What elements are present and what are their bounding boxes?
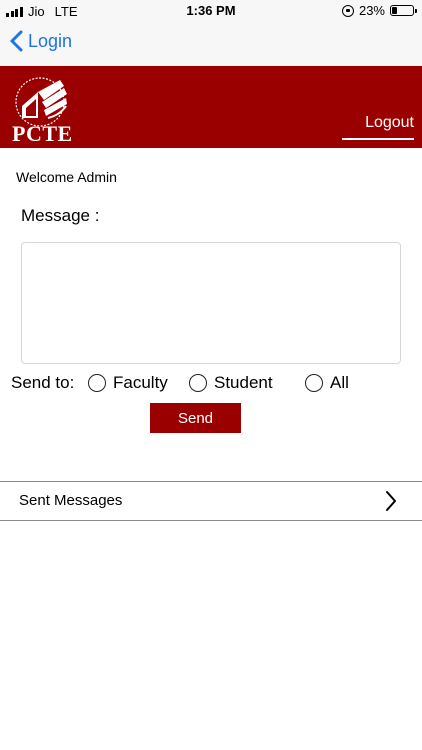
welcome-text: Welcome Admin xyxy=(16,169,117,185)
sent-messages-label: Sent Messages xyxy=(19,492,123,509)
radio-circle-icon[interactable] xyxy=(88,374,106,392)
battery-percent: 23% xyxy=(358,3,385,18)
rotation-lock-icon xyxy=(341,4,354,17)
message-label: Message : xyxy=(21,206,100,225)
radio-label: Faculty xyxy=(113,373,168,392)
radio-all[interactable]: All xyxy=(305,373,349,393)
logout-button[interactable]: Logout xyxy=(342,114,414,140)
sent-messages-row[interactable]: Sent Messages xyxy=(0,481,422,521)
status-bar: Jio LTE 1:36 PM 23% xyxy=(0,0,422,22)
battery-level xyxy=(392,7,397,14)
logo-text: PCTE xyxy=(12,121,73,146)
app-header: PCTE Logout xyxy=(0,66,422,148)
send-to-label: Send to: xyxy=(11,373,75,392)
back-label: Login xyxy=(28,30,73,51)
send-button[interactable]: Send xyxy=(150,403,241,433)
battery-icon xyxy=(390,5,417,16)
chevron-right-icon xyxy=(386,491,396,511)
navigation-bar: Login xyxy=(0,22,422,66)
radio-student[interactable]: Student xyxy=(189,373,273,393)
back-button[interactable]: Login xyxy=(10,30,72,52)
message-input[interactable] xyxy=(21,242,401,364)
radio-label: Student xyxy=(214,373,273,392)
radio-circle-icon[interactable] xyxy=(189,374,207,392)
radio-faculty[interactable]: Faculty xyxy=(88,373,168,393)
status-right: 23% xyxy=(341,3,417,18)
radio-label: All xyxy=(330,373,349,392)
radio-circle-icon[interactable] xyxy=(305,374,323,392)
chevron-left-icon xyxy=(10,30,23,52)
